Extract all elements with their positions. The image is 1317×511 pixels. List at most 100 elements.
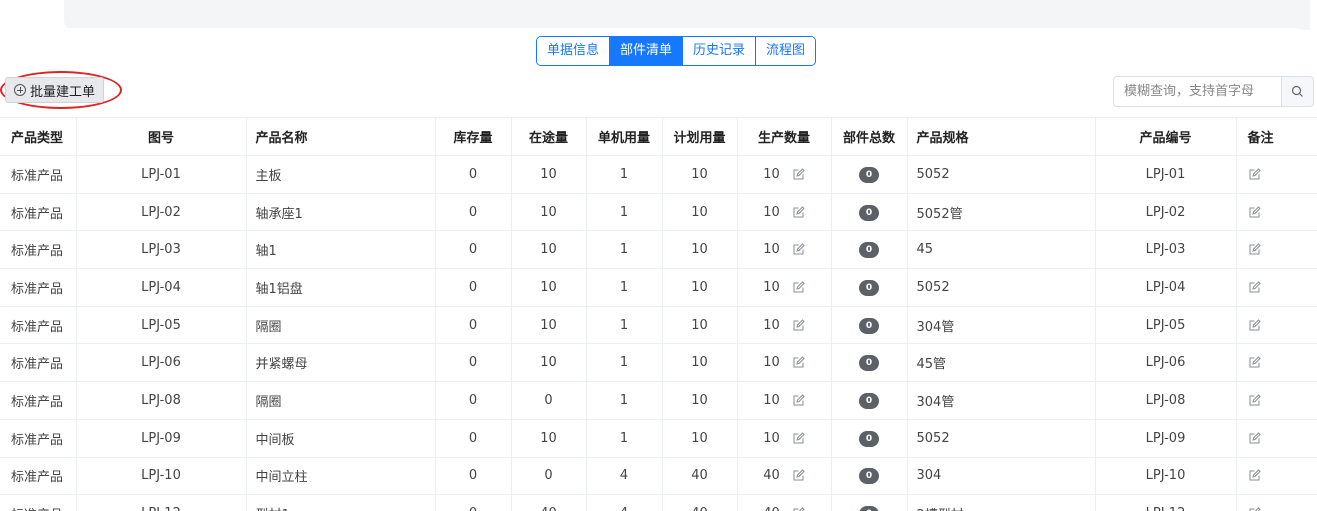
cell-total-parts: 0: [831, 193, 908, 232]
tab-parts-list[interactable]: 部件清单: [610, 37, 684, 65]
edit-icon[interactable]: [792, 469, 805, 482]
count-badge[interactable]: 0: [859, 506, 879, 511]
table-row[interactable]: 标准产品 LPJ-10 中间立柱 0 0 4 40 40 0 304 LPJ-10: [0, 457, 1317, 496]
cell-product-type: 标准产品: [0, 193, 77, 232]
count-badge[interactable]: 0: [859, 204, 879, 221]
cell-unit-usage: 1: [586, 193, 663, 232]
edit-icon[interactable]: [792, 356, 805, 369]
edit-icon[interactable]: [792, 431, 805, 445]
edit-icon[interactable]: [792, 281, 805, 294]
cell-produce-qty: 10: [737, 381, 832, 420]
edit-icon[interactable]: [792, 318, 805, 332]
cell-in-transit: 40: [511, 494, 587, 511]
table-row[interactable]: 标准产品 LPJ-03 轴1 0 10 1 10 10 0 45 LPJ-03: [0, 230, 1317, 270]
cell-remark: [1236, 419, 1317, 458]
column-header[interactable]: 产品类型: [0, 117, 77, 156]
cell-produce-qty: 10: [737, 230, 832, 270]
cell-product-name: 隔圈: [246, 381, 436, 420]
edit-icon[interactable]: [792, 394, 805, 407]
search-button[interactable]: [1281, 76, 1314, 107]
tab-document-info[interactable]: 单据信息: [537, 37, 611, 65]
column-header[interactable]: 生产数量: [737, 117, 832, 156]
cell-spec: 2槽型材: [907, 494, 1096, 511]
edit-icon[interactable]: [792, 507, 805, 511]
table-row[interactable]: 标准产品 LPJ-08 隔圈 0 0 1 10 10 0 304管 LPJ-08: [0, 381, 1317, 420]
column-header[interactable]: 库存量: [435, 117, 512, 156]
cell-in-transit: 10: [511, 343, 587, 383]
edit-icon[interactable]: [1248, 394, 1261, 407]
column-header[interactable]: 图号: [76, 117, 247, 156]
cell-product-name: 并紧螺母: [246, 343, 436, 383]
cell-in-transit: 10: [511, 230, 587, 270]
table-row[interactable]: 标准产品 LPJ-05 隔圈 0 10 1 10 10 0 304管 LPJ-05: [0, 306, 1317, 345]
edit-icon[interactable]: [792, 205, 805, 219]
column-header[interactable]: 产品编号: [1095, 117, 1237, 156]
edit-icon[interactable]: [1248, 168, 1261, 181]
cell-product-name: 主板: [246, 155, 436, 194]
cell-total-parts: 0: [831, 457, 908, 496]
cell-produce-qty: 40: [737, 494, 832, 511]
table-row[interactable]: 标准产品 LPJ-01 主板 0 10 1 10 10 0 5052 LPJ-01: [0, 155, 1317, 194]
column-header[interactable]: 部件总数: [831, 117, 908, 156]
cell-in-transit: 0: [511, 457, 587, 496]
cell-remark: [1236, 457, 1317, 496]
table-row[interactable]: 标准产品LPJ-12型材10404404002槽型材LPJ-12: [0, 494, 1317, 511]
cell-product-type: 标准产品: [0, 155, 77, 194]
column-header[interactable]: 在途量: [511, 117, 587, 156]
cell-spec: 45: [907, 230, 1096, 270]
count-badge[interactable]: 0: [859, 279, 879, 296]
cell-in-transit: 10: [511, 419, 587, 458]
cell-produce-qty: 10: [737, 155, 832, 194]
batch-create-workorder-button[interactable]: 批量建工单: [5, 77, 104, 103]
cell-drawing-no: LPJ-01: [76, 155, 247, 194]
edit-icon[interactable]: [1248, 243, 1261, 256]
column-header[interactable]: 单机用量: [586, 117, 663, 156]
count-badge[interactable]: 0: [859, 355, 879, 372]
cell-product-name: 中间板: [246, 419, 436, 458]
produce-qty-value: 40: [763, 506, 780, 511]
edit-icon[interactable]: [1248, 205, 1261, 219]
tab-history[interactable]: 历史记录: [683, 37, 757, 65]
cell-remark: [1236, 230, 1317, 270]
table-row[interactable]: 标准产品 LPJ-09 中间板 0 10 1 10 10 0 5052 LPJ-09: [0, 419, 1317, 458]
cell-stock: 0: [435, 155, 512, 194]
search-input[interactable]: [1113, 76, 1281, 107]
count-badge[interactable]: 0: [859, 317, 879, 334]
produce-qty-value: 10: [763, 430, 780, 446]
cell-product-code: LPJ-08: [1095, 381, 1237, 420]
cell-spec: 304: [907, 457, 1096, 496]
edit-icon[interactable]: [792, 243, 805, 256]
cell-drawing-no: LPJ-10: [76, 457, 247, 496]
cell-total-parts: 0: [831, 343, 908, 383]
edit-icon[interactable]: [1248, 356, 1261, 369]
count-badge[interactable]: 0: [859, 468, 879, 485]
cell-total-parts: 0: [831, 381, 908, 420]
cell-plan-usage: 40: [662, 494, 738, 511]
count-badge[interactable]: 0: [859, 392, 879, 409]
table-row[interactable]: 标准产品 LPJ-04 轴1铝盘 0 10 1 10 10 0 5052 LPJ-04: [0, 268, 1317, 307]
edit-icon[interactable]: [792, 168, 805, 181]
edit-icon[interactable]: [1248, 318, 1261, 332]
edit-icon[interactable]: [1248, 507, 1261, 511]
column-header[interactable]: 备注: [1236, 117, 1317, 156]
count-badge[interactable]: 0: [859, 166, 879, 183]
column-header[interactable]: 产品规格: [907, 117, 1096, 156]
cell-product-code: LPJ-10: [1095, 457, 1237, 496]
count-badge[interactable]: 0: [859, 430, 879, 447]
column-header[interactable]: 产品名称: [246, 117, 436, 156]
cell-drawing-no: LPJ-08: [76, 381, 247, 420]
cell-spec: 45管: [907, 343, 1096, 383]
edit-icon[interactable]: [1248, 281, 1261, 294]
table-row[interactable]: 标准产品 LPJ-06 并紧螺母 0 10 1 10 10 0 45管 LPJ-06: [0, 343, 1317, 383]
count-badge[interactable]: 0: [859, 242, 879, 259]
tab-flowchart[interactable]: 流程图: [756, 37, 816, 65]
edit-icon[interactable]: [1248, 431, 1261, 445]
column-header[interactable]: 计划用量: [662, 117, 738, 156]
cell-plan-usage: 10: [662, 230, 738, 270]
cell-product-name: 隔圈: [246, 306, 436, 345]
cell-spec: 5052: [907, 419, 1096, 458]
edit-icon[interactable]: [1248, 469, 1261, 482]
table-row[interactable]: 标准产品 LPJ-02 轴承座1 0 10 1 10 10 0 5052管 LPJ-02: [0, 193, 1317, 232]
cell-product-type: 标准产品: [0, 306, 77, 345]
cell-drawing-no: LPJ-04: [76, 268, 247, 307]
